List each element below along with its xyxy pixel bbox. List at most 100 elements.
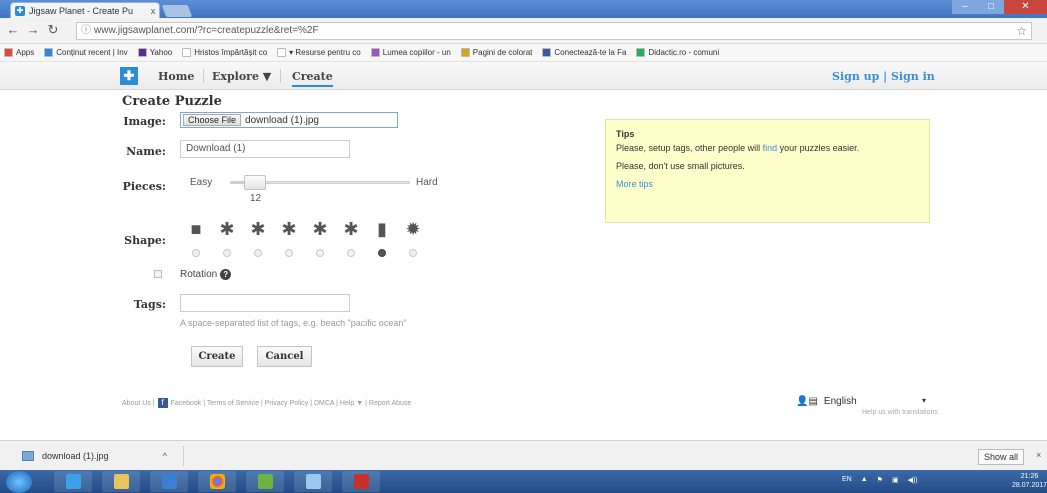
tab-close-icon[interactable]: x [147,6,159,16]
image-file-input[interactable]: Choose File download (1).jpg [180,112,398,128]
tray-icon[interactable]: ⚑ [877,476,883,484]
taskbar-image-viewer-icon[interactable] [294,471,332,492]
nav-create[interactable]: Create [292,70,333,87]
show-all-button[interactable]: Show all [978,449,1024,465]
puzzle-shape-icon[interactable]: ✱ [248,220,268,238]
bookmarks-bar: Apps Conținut recent | Inv Yahoo Hristos îm… [0,44,1047,62]
nav-home[interactable]: Home [158,70,194,83]
more-tips-link[interactable]: More tips [616,179,919,190]
create-button[interactable]: Create [191,346,243,367]
translate-icon: 👤▤ [796,396,818,407]
bookmark-label: Lumea copiilor - un [382,48,451,57]
nav-divider [280,69,281,83]
taskbar-acrobat-icon[interactable] [342,471,380,492]
bookmark-icon [137,48,147,57]
shape-radio[interactable] [316,249,324,257]
shape-radio[interactable] [254,249,262,257]
browser-tab[interactable]: ✚ Jigsaw Planet - Create Pu x [10,2,160,18]
sign-up-sign-in-links[interactable]: Sign up | Sign in [832,70,935,83]
bookmark-item[interactable]: ▾ Resurse pentru co [277,48,361,57]
bookmark-icon [460,48,470,57]
shape-radio[interactable] [378,249,386,257]
tags-input[interactable] [180,294,350,312]
download-file-name: download (1).jpg [42,451,109,461]
puzzle-shape-icon[interactable]: ■ [186,220,206,238]
selected-file-name: download (1).jpg [245,114,319,126]
puzzle-shape-icon[interactable]: ✱ [310,220,330,238]
system-clock[interactable]: 21:26 28.07.2017 [1012,472,1047,490]
chevron-up-icon[interactable]: ^ [163,451,167,461]
start-button[interactable] [6,471,32,493]
window-maximize-button[interactable]: □ [978,0,1004,14]
bookmark-icon [370,48,380,57]
tray-icon[interactable]: EN [842,476,852,484]
bookmark-star-icon[interactable]: ☆ [1016,23,1027,39]
footer-links: About Us | f Facebook | Terms of Service… [122,398,411,408]
clock-time: 21:26 [1020,473,1039,480]
puzzle-shape-icon[interactable]: ▮ [372,220,392,238]
bookmark-label: Pagini de colorat [472,48,533,57]
rotation-checkbox[interactable] [154,270,162,278]
reload-icon[interactable]: ↻ [46,23,60,37]
puzzle-shape-icon[interactable]: ✹ [403,220,423,238]
puzzle-shape-icon[interactable]: ✱ [217,220,237,238]
bookmark-icon [44,48,54,57]
tray-icon[interactable]: ▣ [892,476,899,484]
shape-radio[interactable] [285,249,293,257]
jigsaw-planet-logo[interactable]: ✚ [120,67,138,85]
back-arrow-icon[interactable]: ← [6,23,20,37]
find-link[interactable]: find [763,143,778,153]
download-item[interactable]: download (1).jpg ^ [6,446,184,466]
puzzle-shape-icon[interactable]: ✱ [341,220,361,238]
puzzle-shape-icon[interactable]: ✱ [279,220,299,238]
language-dropdown-arrow-icon[interactable]: ▾ [922,396,926,405]
page-info-icon[interactable]: ⓘ [81,25,91,36]
bookmark-item[interactable]: Conectează-te la Fa [542,48,626,57]
translation-help-link[interactable]: Help us with translations [862,409,938,416]
taskbar-chrome-icon[interactable] [198,471,236,492]
new-tab-button[interactable] [161,5,193,17]
bookmark-item[interactable]: Didactic.ro - comuni [636,48,719,57]
language-selector[interactable]: 👤▤ English [796,396,857,407]
taskbar-ie-icon[interactable] [54,471,92,492]
footer-nav-links[interactable]: Facebook | Terms of Service | Privacy Po… [171,400,412,407]
help-icon[interactable]: ? [220,269,232,280]
tags-label: Tags: [133,298,166,311]
pieces-slider-handle[interactable] [243,175,266,190]
bookmark-label: Yahoo [149,48,173,57]
cancel-button[interactable]: Cancel [257,346,312,367]
facebook-icon[interactable]: f [157,398,168,408]
pieces-slider[interactable] [230,175,410,190]
image-label: Image: [123,115,166,128]
tray-icon[interactable]: ▲ [861,476,868,484]
bookmark-icon [182,48,192,57]
bookmark-item[interactable]: Apps [4,48,34,57]
window-minimize-button[interactable]: – [952,0,978,14]
about-us-link[interactable]: About Us | [122,400,155,407]
taskbar-app-icon[interactable] [246,471,284,492]
shape-radio[interactable] [409,249,417,257]
bookmark-icon [636,48,646,57]
language-value: English [823,396,857,407]
bookmark-item[interactable]: Yahoo [137,48,173,57]
shape-radio[interactable] [192,249,200,257]
forward-arrow-icon[interactable]: → [26,23,40,37]
name-input[interactable]: Download (1) [180,140,350,158]
window-close-button[interactable]: ✕ [1004,0,1047,14]
rotation-option[interactable]: Rotation? [180,269,232,280]
taskbar-media-icon[interactable] [150,471,188,492]
bookmark-item[interactable]: Lumea copiilor - un [370,48,451,57]
shape-radio[interactable] [347,249,355,257]
bookmark-item[interactable]: Pagini de colorat [460,48,533,57]
nav-explore[interactable]: Explore ▼ [212,70,271,83]
tags-hint: A space-separated list of tags, e.g. bea… [180,318,407,328]
bookmark-item[interactable]: Conținut recent | Inv [44,48,128,57]
close-icon[interactable]: × [1036,450,1041,460]
taskbar-folder-icon[interactable] [102,471,140,492]
shape-radio[interactable] [223,249,231,257]
choose-file-button[interactable]: Choose File [183,114,242,126]
address-bar[interactable]: ⓘ www.jigsawplanet.com/?rc=createpuzzle&r… [76,22,1032,40]
bookmark-item[interactable]: Hristos împărtășit co [182,48,267,57]
bookmark-label: Conținut recent | Inv [56,48,128,57]
tray-icon[interactable]: ◀)) [908,476,918,484]
